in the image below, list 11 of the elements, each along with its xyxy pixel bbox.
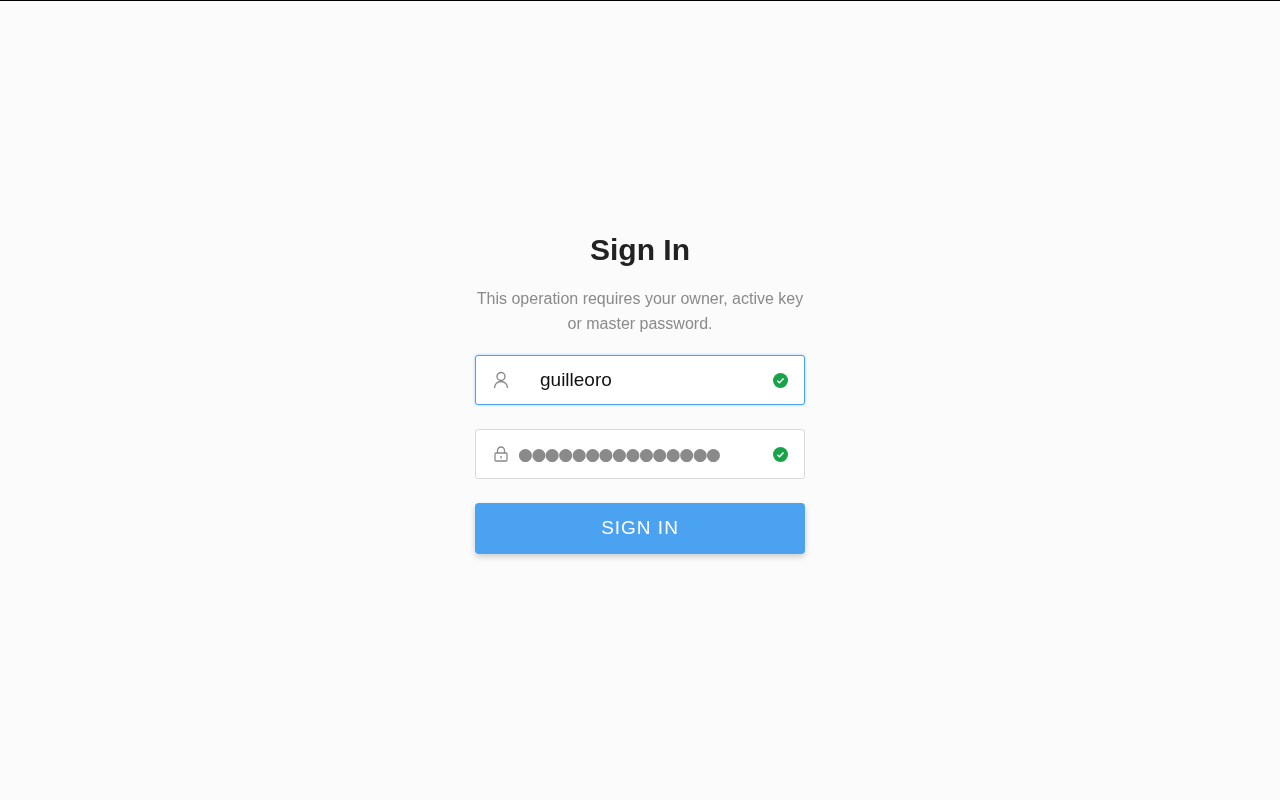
password-dots: ●●●●●●●●●●●●●●● bbox=[518, 445, 721, 463]
input-field[interactable]: ●●●●●●●●●●●●●●● bbox=[475, 429, 805, 479]
description: This operation requires your owner, active key or master password. bbox=[475, 289, 805, 334]
username-value: guilleoro bbox=[540, 367, 613, 392]
sign-in-button[interactable]: SIGN IN bbox=[475, 503, 805, 554]
lock-icon bbox=[494, 446, 508, 462]
check-icon bbox=[773, 372, 788, 388]
check-icon bbox=[773, 446, 788, 462]
page-title: Sign In bbox=[590, 232, 690, 268]
user-icon bbox=[493, 371, 509, 389]
input-field[interactable]: guilleoro bbox=[475, 355, 805, 405]
